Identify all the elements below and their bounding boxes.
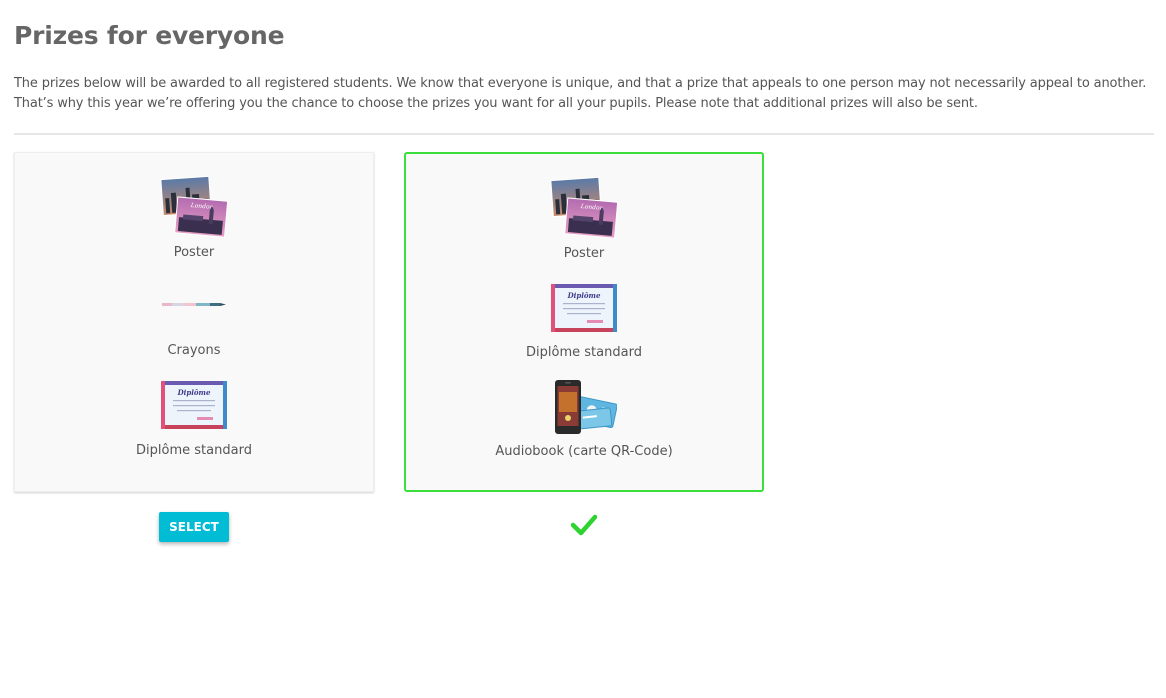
- prize-item: Diplôme Diplôme standard: [15, 381, 373, 461]
- divider: [14, 133, 1154, 135]
- prize-item: London Poster: [406, 176, 762, 266]
- prize-pack-card-selected: London Poster Diplôme Diplôme standard A…: [404, 152, 764, 492]
- select-pack-button[interactable]: SELECT: [159, 512, 229, 542]
- checkmark-icon: [571, 514, 597, 536]
- diploma-icon: Diplôme: [551, 284, 617, 332]
- intro-line: The prizes below will be awarded to all …: [14, 76, 1147, 91]
- poster-icon: London: [550, 176, 619, 239]
- intro-text: The prizes below will be awarded to all …: [14, 74, 1154, 114]
- diploma-icon: Diplôme: [161, 381, 227, 429]
- svg-text:Diplôme: Diplôme: [177, 388, 211, 397]
- prize-label: Poster: [563, 246, 605, 261]
- prize-item: Crayons: [15, 293, 373, 363]
- prize-label: Audiobook (carte QR-Code): [495, 444, 673, 459]
- prize-label: Diplôme standard: [136, 443, 252, 458]
- svg-text:Diplôme: Diplôme: [567, 291, 601, 300]
- poster-icon: London: [160, 175, 229, 238]
- crayons-icon: [162, 303, 226, 306]
- prize-item: Audiobook (carte QR-Code): [406, 378, 762, 462]
- page-title: Prizes for everyone: [14, 21, 285, 50]
- prize-label: Poster: [173, 245, 215, 260]
- prizes-page: Prizes for everyone The prizes below wil…: [0, 0, 1166, 698]
- prize-label: Crayons: [167, 343, 221, 358]
- prize-item: London Poster: [15, 175, 373, 265]
- prize-pack-card: London Poster Crayons Diplôme Diplôme st…: [14, 152, 374, 492]
- intro-line: That’s why this year we’re offering you …: [14, 96, 978, 111]
- audiobook-qr-card-icon: [555, 380, 617, 434]
- prize-item: Diplôme Diplôme standard: [406, 284, 762, 364]
- prize-label: Diplôme standard: [526, 345, 642, 360]
